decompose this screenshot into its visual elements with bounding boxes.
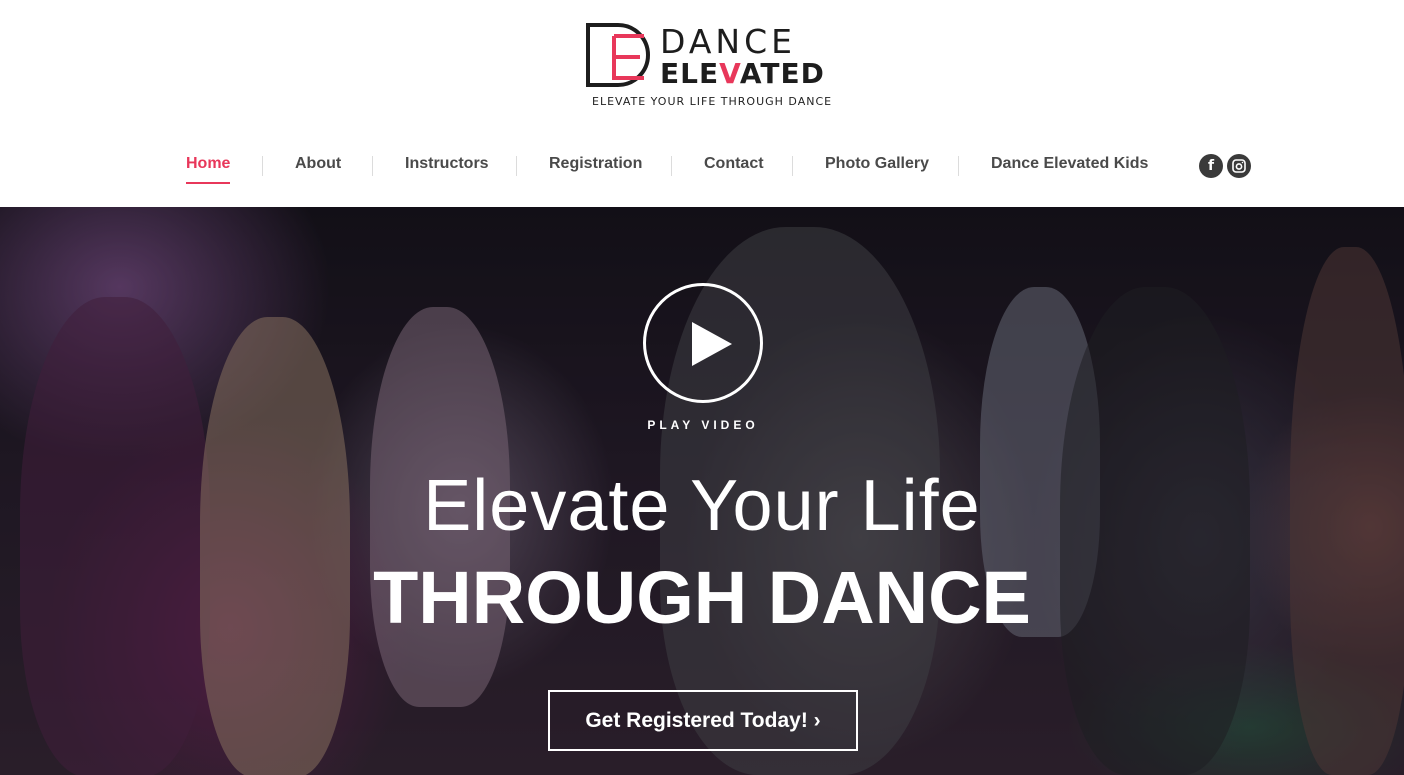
main-nav: Home About Instructors Registration Cont… xyxy=(0,150,1404,190)
nav-item-home[interactable]: Home xyxy=(186,155,231,184)
facebook-icon[interactable]: f xyxy=(1199,154,1223,178)
logo-word-part: ATED xyxy=(739,57,825,90)
facebook-glyph: f xyxy=(1207,158,1215,174)
hero-headline-line1: Elevate Your Life xyxy=(423,466,981,546)
nav-separator xyxy=(262,156,263,176)
site-logo[interactable]: DANCE ELEVATED ELEVATE YOUR LIFE THROUGH… xyxy=(584,22,831,112)
nav-separator xyxy=(516,156,517,176)
nav-item-about[interactable]: About xyxy=(295,155,341,173)
nav-item-photo-gallery[interactable]: Photo Gallery xyxy=(825,155,929,173)
nav-separator xyxy=(671,156,672,176)
logo-word-dance: DANCE xyxy=(660,22,796,61)
play-video-button[interactable] xyxy=(643,283,763,403)
logo-word-elevated: ELEVATED xyxy=(660,57,825,90)
play-icon xyxy=(692,322,732,366)
nav-item-contact[interactable]: Contact xyxy=(704,155,764,173)
get-registered-button[interactable]: Get Registered Today! › xyxy=(548,690,858,751)
nav-separator xyxy=(958,156,959,176)
nav-item-dance-elevated-kids[interactable]: Dance Elevated Kids xyxy=(991,155,1148,173)
logo-tagline: ELEVATE YOUR LIFE THROUGH DANCE xyxy=(592,95,833,108)
nav-separator xyxy=(792,156,793,176)
hero-section: PLAY VIDEO Elevate Your Life THROUGH DAN… xyxy=(0,207,1404,775)
logo-word-accent: V xyxy=(719,57,740,90)
play-video-label[interactable]: PLAY VIDEO xyxy=(603,418,803,432)
site-header: DANCE ELEVATED ELEVATE YOUR LIFE THROUGH… xyxy=(0,0,1404,207)
hero-headline-line2: THROUGH DANCE xyxy=(373,556,1031,639)
nav-item-instructors[interactable]: Instructors xyxy=(405,155,489,173)
instagram-icon[interactable] xyxy=(1227,154,1251,178)
nav-item-registration[interactable]: Registration xyxy=(549,155,642,173)
logo-mark-icon xyxy=(586,23,650,87)
instagram-glyph-icon xyxy=(1232,159,1246,173)
logo-word-part: ELE xyxy=(660,57,720,90)
nav-separator xyxy=(372,156,373,176)
